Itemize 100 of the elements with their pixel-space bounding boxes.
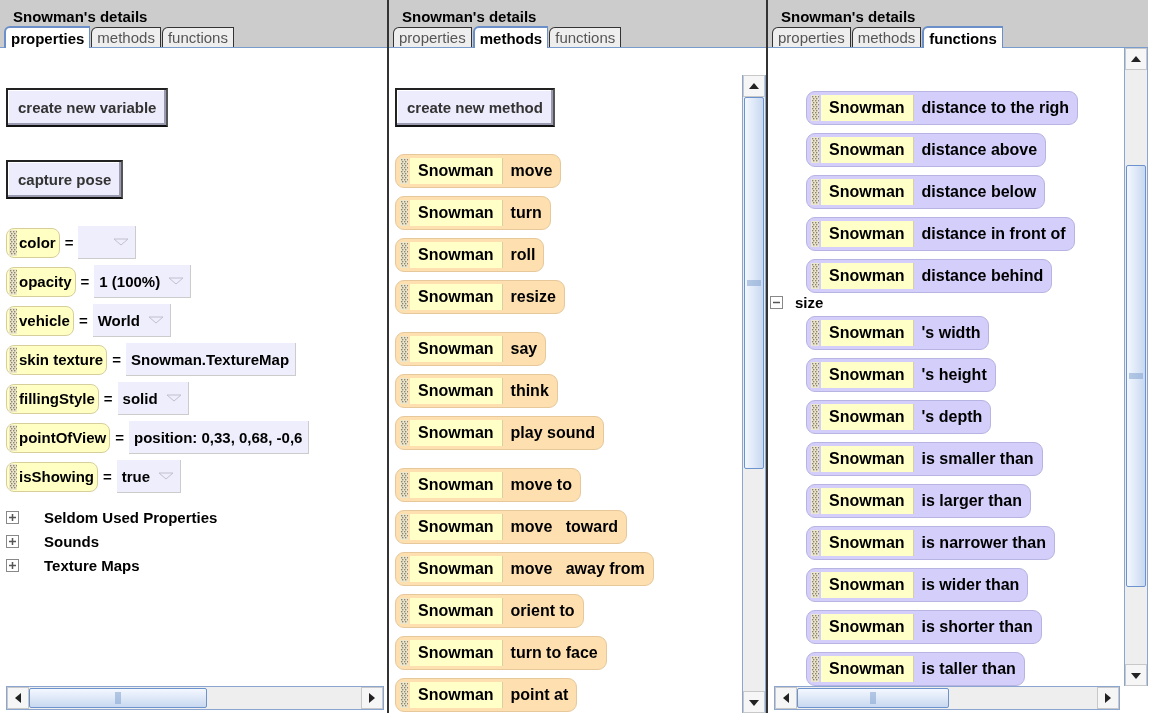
grip-icon[interactable] — [9, 424, 17, 451]
method-tile[interactable]: Snowman point at — [395, 678, 578, 712]
tab[interactable]: methods — [472, 26, 549, 48]
grip-icon[interactable] — [811, 179, 819, 205]
property-tile[interactable]: fillingStyle — [6, 383, 99, 414]
tab[interactable]: functions — [922, 26, 1003, 48]
function-tile[interactable]: Snowman distance in front of — [806, 217, 1075, 251]
grip-icon[interactable] — [400, 514, 408, 540]
tree-label[interactable]: Texture Maps — [44, 556, 140, 574]
value-dropdown[interactable]: 1 (100%) — [94, 265, 192, 298]
grip-icon[interactable] — [9, 268, 17, 295]
method-tile[interactable]: Snowman move toward — [395, 510, 628, 544]
grip-icon[interactable] — [811, 263, 819, 289]
method-tile[interactable]: Snowman resize — [395, 280, 565, 314]
scroll-thumb[interactable] — [29, 688, 207, 708]
grip-icon[interactable] — [9, 229, 17, 256]
grip-icon[interactable] — [811, 95, 819, 121]
function-tile[interactable]: Snowman distance to the righ — [806, 91, 1079, 125]
grip-icon[interactable] — [400, 242, 408, 268]
scroll-right-button[interactable] — [361, 687, 383, 709]
method-tile[interactable]: Snowman move to — [395, 468, 581, 502]
grip-icon[interactable] — [811, 221, 819, 247]
grip-icon[interactable] — [811, 362, 819, 388]
scroll-left-button[interactable] — [775, 687, 797, 709]
value-dropdown[interactable]: position: 0,33, 0,68, -0,6 — [129, 421, 310, 454]
grip-icon[interactable] — [400, 556, 408, 582]
scroll-thumb[interactable] — [744, 97, 764, 469]
expand-icon[interactable] — [6, 510, 19, 524]
grip-icon[interactable] — [811, 614, 819, 640]
property-tile[interactable]: vehicle — [6, 305, 74, 336]
function-tile[interactable]: Snowman is smaller than — [806, 442, 1043, 476]
grip-icon[interactable] — [400, 598, 408, 624]
tab[interactable]: functions — [161, 27, 234, 47]
action-button[interactable]: create new method — [395, 88, 555, 127]
method-tile[interactable]: Snowman roll — [395, 238, 545, 272]
method-tile[interactable]: Snowman think — [395, 374, 558, 408]
method-tile[interactable]: Snowman move — [395, 154, 562, 188]
property-tile[interactable]: skin texture — [6, 344, 108, 375]
scroll-down-button[interactable] — [1125, 664, 1147, 686]
grip-icon[interactable] — [9, 346, 17, 373]
property-tile[interactable]: opacity — [6, 266, 76, 297]
property-tile[interactable]: isShowing — [6, 461, 98, 492]
grip-icon[interactable] — [400, 158, 408, 184]
method-tile[interactable]: Snowman say — [395, 332, 547, 366]
grip-icon[interactable] — [400, 640, 408, 666]
grip-icon[interactable] — [400, 200, 408, 226]
grip-icon[interactable] — [811, 446, 819, 472]
grip-icon[interactable] — [811, 320, 819, 346]
group-label[interactable]: size — [795, 294, 824, 311]
scroll-right-button[interactable] — [1097, 687, 1119, 709]
horizontal-scrollbar[interactable] — [6, 686, 384, 710]
tab[interactable]: functions — [549, 27, 622, 47]
property-tile[interactable]: pointOfView — [6, 422, 111, 453]
tab[interactable]: properties — [393, 27, 472, 47]
scroll-thumb[interactable] — [797, 688, 949, 708]
vertical-scrollbar[interactable] — [1124, 48, 1148, 686]
function-tile[interactable]: Snowman distance above — [806, 133, 1047, 167]
grip-icon[interactable] — [400, 378, 408, 404]
function-tile[interactable]: Snowman is narrower than — [806, 526, 1056, 560]
grip-icon[interactable] — [9, 385, 17, 412]
grip-icon[interactable] — [811, 656, 819, 682]
value-dropdown[interactable]: World — [92, 304, 171, 337]
function-tile[interactable]: Snowman is wider than — [806, 568, 1029, 602]
tab[interactable]: methods — [91, 27, 161, 47]
function-tile[interactable]: Snowman is shorter than — [806, 610, 1042, 644]
grip-icon[interactable] — [400, 284, 408, 310]
property-tile[interactable]: color — [6, 227, 60, 258]
grip-icon[interactable] — [811, 530, 819, 556]
function-tile[interactable]: Snowman is larger than — [806, 484, 1032, 518]
tab[interactable]: properties — [4, 26, 91, 48]
grip-icon[interactable] — [811, 572, 819, 598]
function-tile[interactable]: Snowman 's depth — [806, 400, 992, 434]
function-tile[interactable]: Snowman is taller than — [806, 652, 1025, 686]
function-tile[interactable]: Snowman 's height — [806, 358, 996, 392]
method-tile[interactable]: Snowman orient to — [395, 594, 584, 628]
grip-icon[interactable] — [9, 307, 17, 334]
grip-icon[interactable] — [811, 404, 819, 430]
scroll-down-button[interactable] — [743, 691, 765, 713]
grip-icon[interactable] — [811, 488, 819, 514]
grip-icon[interactable] — [400, 682, 408, 708]
value-dropdown[interactable]: true — [116, 460, 182, 493]
scroll-up-button[interactable] — [743, 75, 765, 97]
function-tile[interactable]: Snowman 's width — [806, 316, 990, 350]
expand-icon[interactable] — [6, 534, 19, 548]
scroll-up-button[interactable] — [1125, 48, 1147, 70]
tab[interactable]: methods — [851, 27, 922, 47]
method-tile[interactable]: Snowman turn to face — [395, 636, 607, 670]
scroll-left-button[interactable] — [7, 687, 29, 709]
function-tile[interactable]: Snowman distance below — [806, 175, 1046, 209]
function-tile[interactable]: Snowman distance behind — [806, 259, 1053, 293]
tree-label[interactable]: Sounds — [44, 532, 99, 550]
grip-icon[interactable] — [400, 472, 408, 498]
vertical-scrollbar[interactable] — [742, 75, 766, 713]
method-tile[interactable]: Snowman move away from — [395, 552, 654, 586]
grip-icon[interactable] — [400, 420, 408, 446]
tab[interactable]: properties — [772, 27, 851, 47]
collapse-icon[interactable] — [770, 296, 783, 309]
expand-icon[interactable] — [6, 558, 19, 572]
tree-label[interactable]: Seldom Used Properties — [44, 508, 218, 526]
action-button[interactable]: create new variable — [6, 88, 169, 127]
